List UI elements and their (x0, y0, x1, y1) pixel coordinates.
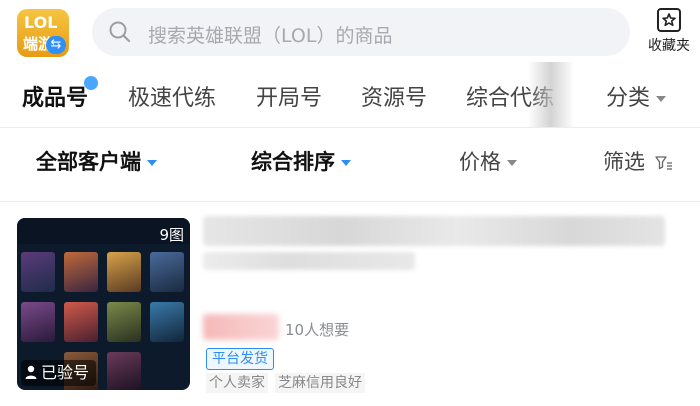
tab-kaijuhao[interactable]: 开局号 (256, 80, 322, 112)
champion-tile (150, 252, 184, 292)
product-thumbnail[interactable]: 9图 已验号 (17, 218, 190, 390)
tab-label: 成品号 (22, 86, 89, 111)
chevron-down-icon (147, 160, 157, 166)
credit-tag: 芝麻信用良好 (275, 373, 365, 393)
tab-label: 资源号 (361, 86, 428, 111)
tab-jisudailian[interactable]: 极速代练 (128, 80, 216, 112)
product-title-blurred[interactable] (203, 216, 665, 246)
champion-tile (107, 252, 141, 292)
divider (0, 201, 700, 202)
tab-label: 分类 (606, 86, 651, 111)
logo-text-lol: LOL (24, 13, 58, 32)
new-dot-badge (84, 76, 99, 90)
screen-filter[interactable]: 筛选 (603, 146, 673, 176)
chevron-down-icon (341, 160, 351, 166)
product-subtitle-blurred (203, 252, 415, 270)
price-filter[interactable]: 价格 (459, 146, 517, 176)
champion-tile (64, 252, 98, 292)
seller-tag: 个人卖家 (206, 373, 268, 393)
want-count: 10人想要 (285, 321, 350, 339)
client-filter[interactable]: 全部客户端 (36, 146, 157, 176)
person-icon (25, 365, 37, 379)
platform-delivery-badge: 平台发货 (206, 348, 274, 370)
scroll-fade-overlay (528, 62, 574, 128)
champion-tile (107, 302, 141, 342)
favorites-label: 收藏夹 (648, 38, 690, 54)
screen-filter-label: 筛选 (603, 150, 645, 174)
divider (0, 127, 700, 128)
favorites-button[interactable]: 收藏夹 (644, 7, 694, 57)
sort-filter[interactable]: 综合排序 (251, 146, 351, 176)
tab-label: 开局号 (256, 86, 323, 111)
champion-tile (107, 352, 141, 390)
price-filter-label: 价格 (459, 150, 501, 174)
app-logo[interactable]: LOL 端游 ⇆ (17, 9, 69, 57)
tab-chengpinhao[interactable]: 成品号 (22, 76, 99, 112)
verified-badge: 已验号 (21, 360, 97, 386)
champion-tile (21, 252, 55, 292)
category-tabs: 成品号 极速代练 开局号 资源号 综合代练 分类 (0, 76, 700, 114)
price-blurred (203, 314, 279, 340)
filter-bar: 全部客户端 综合排序 价格 筛选 (0, 146, 700, 178)
image-count: 9图 (159, 226, 184, 244)
search-icon (109, 21, 131, 43)
search-bar[interactable]: 搜索英雄联盟（LOL）的商品 (92, 8, 630, 56)
chevron-down-icon (507, 160, 517, 166)
swap-icon[interactable]: ⇆ (46, 36, 66, 54)
champion-tile (64, 302, 98, 342)
chevron-down-icon (656, 96, 667, 102)
champion-tile (21, 302, 55, 342)
tab-category[interactable]: 分类 (606, 80, 667, 112)
champion-tile (150, 302, 184, 342)
star-box-icon (657, 8, 681, 32)
sort-filter-label: 综合排序 (251, 150, 335, 174)
funnel-icon (655, 156, 672, 170)
client-filter-label: 全部客户端 (36, 150, 141, 174)
verified-label: 已验号 (41, 363, 90, 382)
search-placeholder: 搜索英雄联盟（LOL）的商品 (148, 25, 393, 47)
tab-ziyuanhao[interactable]: 资源号 (361, 80, 427, 112)
tab-label: 极速代练 (128, 86, 217, 111)
